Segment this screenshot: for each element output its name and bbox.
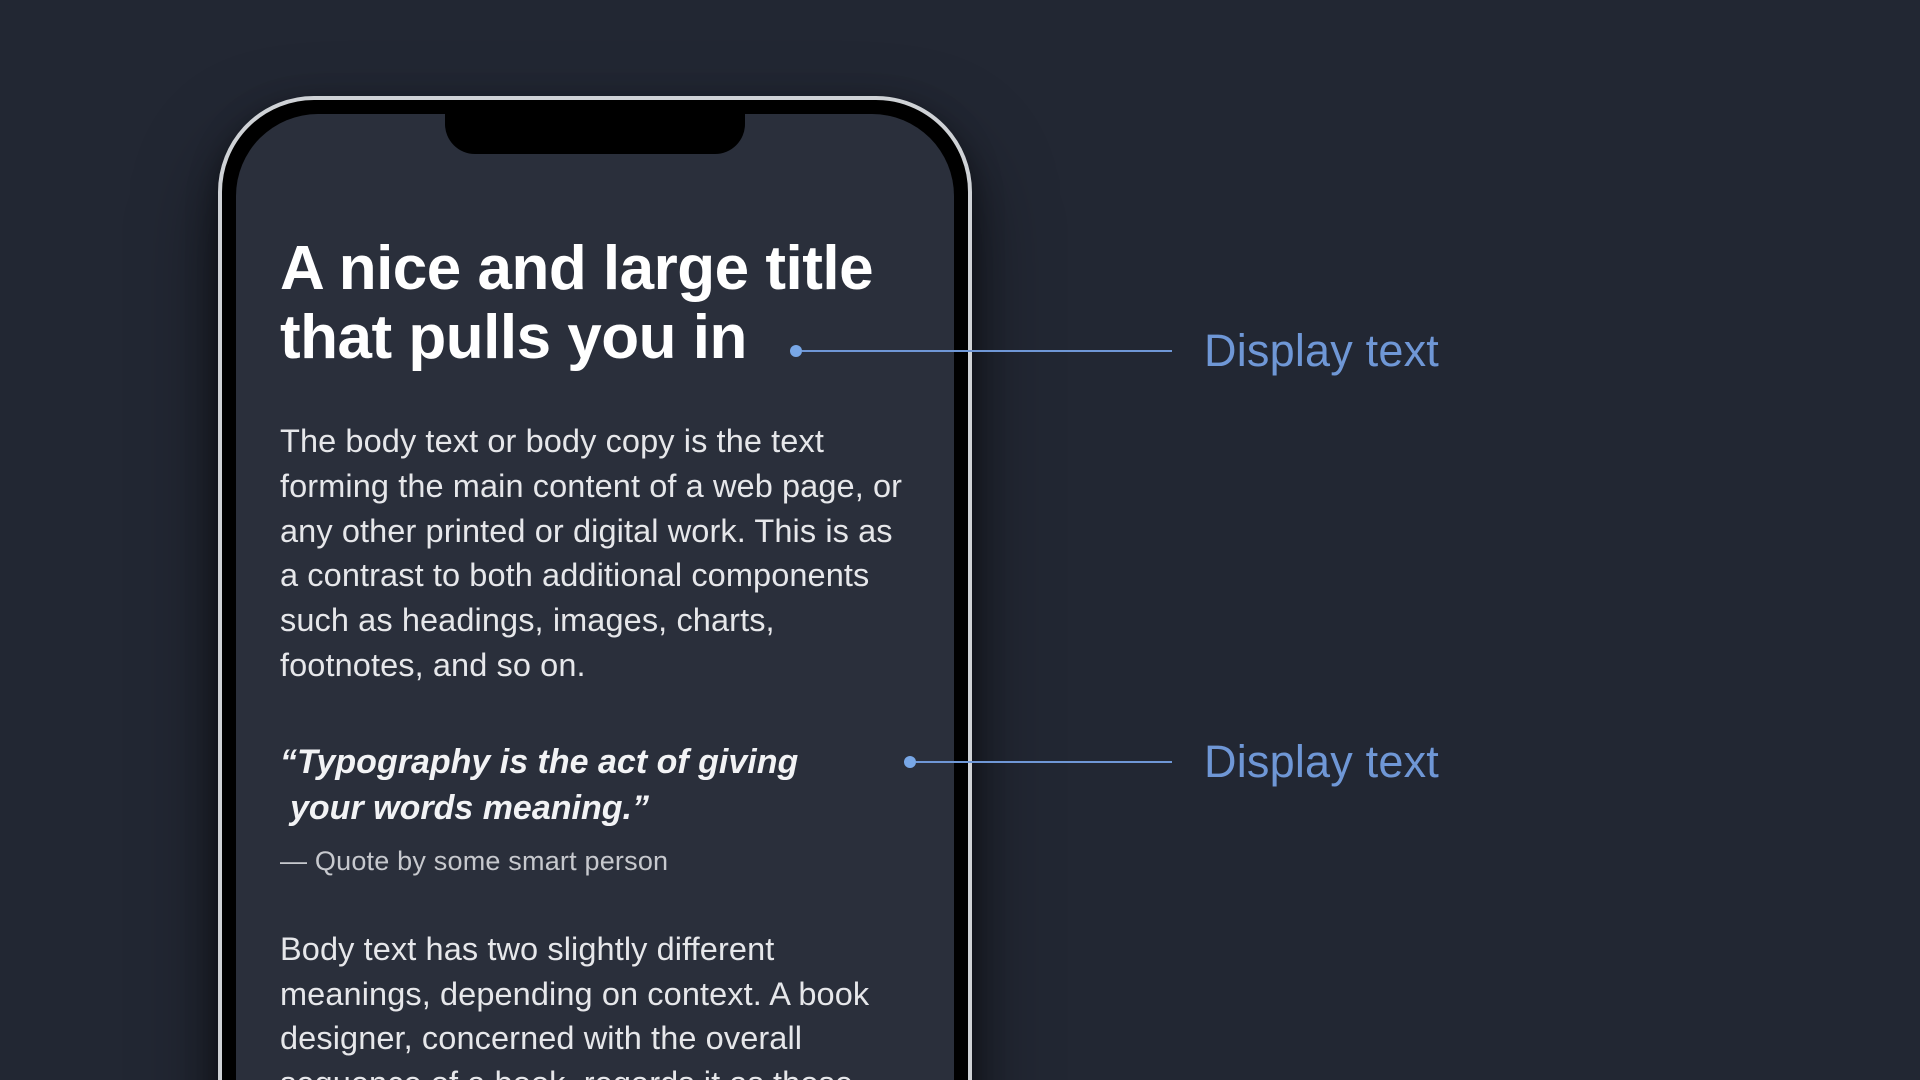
annotation-dot-icon [790, 345, 802, 357]
annotation-label: Display text [1204, 325, 1439, 377]
annotation-dot-icon [904, 756, 916, 768]
phone-screen: A nice and large title that pulls you in… [236, 114, 954, 1080]
quote-line-1: “Typography is the act of giving [280, 743, 798, 781]
annotation-display-text-quote: Display text [904, 736, 1439, 788]
phone-notch [445, 100, 745, 154]
annotation-line [802, 350, 1172, 353]
annotation-label: Display text [1204, 736, 1439, 788]
phone-frame: A nice and large title that pulls you in… [218, 96, 972, 1080]
quote-block: “Typography is the act of giving your wo… [280, 740, 910, 877]
annotation-display-text-title: Display text [790, 325, 1439, 377]
annotation-line [916, 761, 1172, 764]
quote-attribution: — Quote by some smart person [280, 846, 910, 877]
body-paragraph-1: The body text or body copy is the text f… [280, 419, 910, 688]
body-paragraph-2: Body text has two slightly different mea… [280, 927, 910, 1080]
quote-line-2: your words meaning.” [280, 789, 649, 827]
quote-text: “Typography is the act of giving your wo… [280, 740, 910, 832]
